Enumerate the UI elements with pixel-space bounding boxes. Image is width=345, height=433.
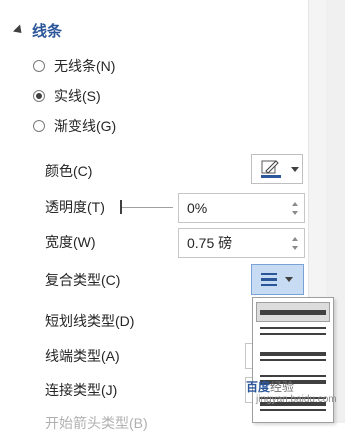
dash-type-label: 短划线类型(D) — [45, 313, 135, 329]
transparency-spinner[interactable]: 0% — [178, 193, 305, 223]
compound-option-thick-thin[interactable] — [256, 347, 330, 367]
compound-type-dropdown[interactable] — [251, 264, 304, 295]
color-picker-button[interactable] — [251, 154, 303, 184]
transparency-slider-thumb[interactable] — [120, 200, 122, 214]
section-title: 线条 — [32, 22, 63, 40]
width-spinner[interactable]: 0.75 磅 — [178, 228, 305, 258]
width-value[interactable]: 0.75 磅 — [187, 229, 232, 257]
transparency-value[interactable]: 0% — [187, 194, 207, 222]
radio-label: 实线(S) — [54, 88, 101, 104]
collapse-triangle-icon[interactable] — [12, 23, 26, 37]
watermark-text: 经验 — [270, 380, 295, 394]
spin-down-icon[interactable] — [292, 246, 298, 250]
radio-label: 渐变线(G) — [54, 118, 117, 134]
width-label: 宽度(W) — [45, 234, 96, 250]
radio-solid-line[interactable]: 实线(S) — [33, 86, 101, 106]
radio-button[interactable] — [33, 90, 45, 102]
color-label: 颜色(C) — [45, 163, 93, 179]
compound-lines-icon — [261, 273, 277, 286]
section-line-header[interactable]: 线条 — [12, 19, 63, 41]
transparency-slider-track[interactable] — [120, 207, 173, 208]
watermark: 百度经验 jingyan.baidu.com — [246, 378, 337, 405]
spin-up-icon[interactable] — [292, 237, 298, 241]
cap-type-label: 线端类型(A) — [45, 348, 120, 364]
join-type-label: 连接类型(J) — [45, 382, 118, 398]
radio-button[interactable] — [33, 60, 45, 72]
chevron-down-icon — [291, 166, 299, 172]
transparency-label: 透明度(T) — [45, 199, 105, 215]
begin-arrow-label: 开始箭头类型(B) — [45, 415, 148, 431]
compound-option-single[interactable] — [256, 302, 330, 322]
radio-gradient-line[interactable]: 渐变线(G) — [33, 116, 116, 136]
radio-button[interactable] — [33, 120, 45, 132]
chevron-down-icon — [285, 277, 293, 282]
compound-option-double[interactable] — [256, 322, 330, 342]
watermark-url: jingyan.baidu.com — [256, 394, 337, 405]
compound-type-label: 复合类型(C) — [45, 272, 121, 288]
radio-label: 无线条(N) — [54, 58, 116, 74]
spin-down-icon[interactable] — [292, 211, 298, 215]
radio-no-line[interactable]: 无线条(N) — [33, 56, 115, 76]
pen-color-icon — [261, 160, 281, 178]
spin-up-icon[interactable] — [292, 202, 298, 206]
watermark-brand: 百度 — [246, 380, 271, 394]
